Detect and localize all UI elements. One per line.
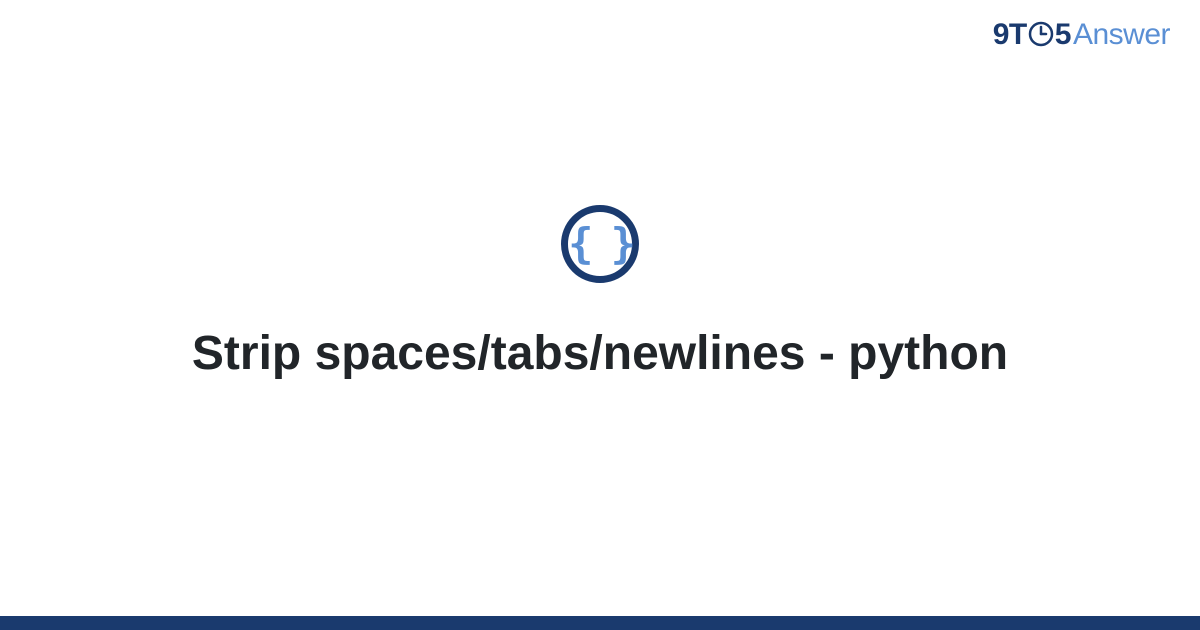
- footer-accent-bar: [0, 616, 1200, 630]
- main-content: { } Strip spaces/tabs/newlines - python: [0, 0, 1200, 630]
- page-title: Strip spaces/tabs/newlines - python: [152, 323, 1048, 385]
- braces-icon: { }: [568, 223, 632, 265]
- category-icon-circle: { }: [561, 205, 639, 283]
